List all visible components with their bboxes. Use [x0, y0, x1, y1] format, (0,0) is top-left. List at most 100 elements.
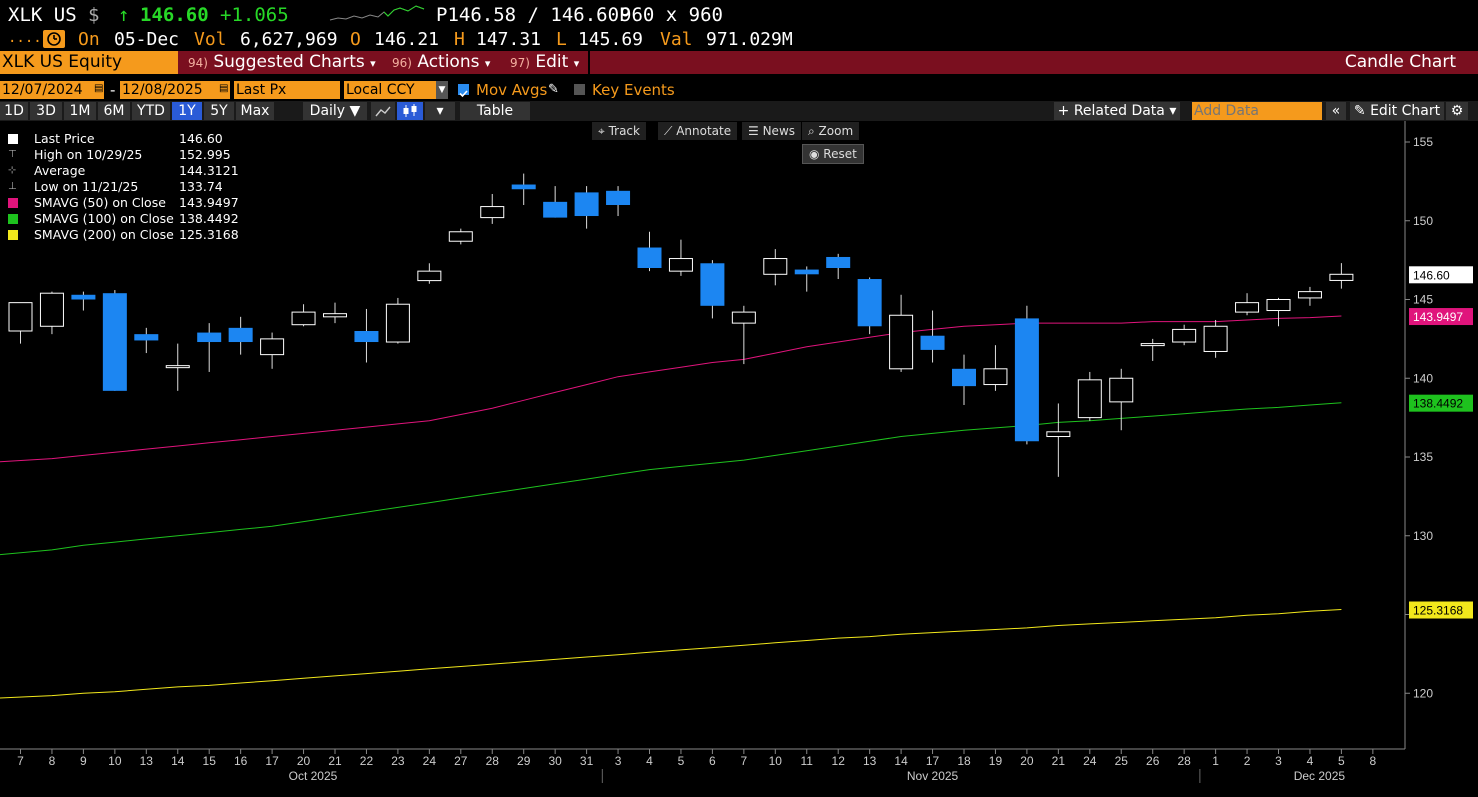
candle-chart-icon[interactable]: [397, 102, 423, 120]
range-5y[interactable]: 5Y: [204, 102, 234, 120]
calendar-icon[interactable]: ▤: [94, 83, 103, 94]
candle-body-down: [197, 332, 222, 343]
add-data-input[interactable]: [1192, 102, 1322, 120]
legend-label: SMAVG (50) on Close: [34, 195, 166, 210]
key-events-checkbox[interactable]: [574, 84, 585, 95]
table-button[interactable]: Table: [460, 102, 530, 120]
reset-button[interactable]: ◉ Reset: [802, 144, 864, 164]
legend-item: Last Price 146.60: [4, 131, 236, 147]
ticker-label[interactable]: XLK US: [8, 4, 77, 26]
legend-item: ⊥ Low on 11/21/25 133.74: [4, 179, 236, 195]
candle-body-down: [102, 293, 127, 391]
range-ytd[interactable]: YTD: [132, 102, 170, 120]
x-tick-label: 24: [1083, 754, 1097, 768]
candle-body-up: [668, 258, 693, 272]
currency-value: Local CCY: [346, 82, 415, 98]
range-6m[interactable]: 6M: [98, 102, 130, 120]
x-tick-label: 19: [989, 754, 1003, 768]
x-tick-label: 4: [1307, 754, 1314, 768]
legend-item: SMAVG (50) on Close 143.9497: [4, 195, 239, 211]
x-month-label: Nov 2025: [907, 769, 959, 783]
related-data-button[interactable]: + Related Data ▾: [1054, 102, 1180, 120]
start-date-field[interactable]: 12/07/2024: [0, 81, 104, 99]
range-3d[interactable]: 3D: [30, 102, 62, 120]
menu-number: 97): [510, 56, 530, 70]
mov-avgs-label[interactable]: Mov Avgs: [476, 81, 547, 99]
candle-body-up: [1046, 431, 1071, 438]
track-button[interactable]: ⌖ Track: [592, 122, 646, 140]
x-tick-label: 13: [863, 754, 877, 768]
actions-menu[interactable]: 96) Actions ▾: [392, 51, 490, 74]
open-label: O: [350, 29, 361, 50]
field-select[interactable]: Last Px: [234, 81, 340, 99]
range-max[interactable]: Max: [236, 102, 274, 120]
x-tick-label: 26: [1146, 754, 1160, 768]
x-tick-label: 25: [1115, 754, 1129, 768]
x-tick-label: 18: [957, 754, 971, 768]
y-tick-label: 155: [1413, 135, 1433, 149]
chart-type-title: Candle Chart: [1344, 52, 1456, 72]
legend-label: High on 10/29/25: [34, 147, 143, 162]
zoom-button[interactable]: ⌕ Zoom: [802, 122, 860, 140]
x-tick-label: 27: [454, 754, 468, 768]
candle-body-down: [637, 247, 662, 268]
clock-icon[interactable]: [43, 30, 65, 48]
open-value: 146.21: [374, 29, 440, 50]
candle-body-down: [952, 368, 976, 387]
candle-body-up: [8, 302, 33, 332]
candle-body-down: [1014, 318, 1039, 442]
chevron-down-icon[interactable]: ▾: [425, 102, 455, 120]
key-events-label[interactable]: Key Events: [592, 81, 675, 99]
edit-menu[interactable]: 97) Edit ▾: [510, 51, 579, 74]
y-tick-label: 140: [1413, 371, 1433, 385]
x-tick-label: 10: [769, 754, 783, 768]
sma100-line: [0, 402, 1342, 556]
calendar-icon[interactable]: ▤: [219, 83, 228, 94]
x-tick-label: 7: [17, 754, 24, 768]
quote-header: XLK US $ ↑ 146.60 +1.065 P146.58 / 146.6…: [0, 0, 1478, 28]
news-button[interactable]: ☰ News: [742, 122, 802, 140]
annotate-button[interactable]: ⟋ Annotate: [658, 122, 738, 140]
suggested-charts-menu[interactable]: 94) Suggested Charts ▾: [188, 51, 376, 74]
x-tick-label: 23: [391, 754, 405, 768]
candle-body-up: [417, 270, 442, 282]
edit-chart-button[interactable]: ✎ Edit Chart: [1350, 102, 1444, 120]
x-tick-label: 5: [678, 754, 685, 768]
pencil-icon[interactable]: ✎: [548, 82, 559, 97]
range-1y[interactable]: 1Y: [172, 102, 202, 120]
legend-label: SMAVG (100) on Close: [34, 211, 174, 226]
collapse-icon[interactable]: «: [1326, 102, 1346, 120]
x-tick-label: 30: [548, 754, 562, 768]
legend-label: Average: [34, 163, 86, 178]
legend-value: 143.9497: [179, 195, 239, 210]
annotate-label: Annotate: [676, 124, 732, 138]
gear-icon[interactable]: ⚙: [1446, 102, 1468, 120]
legend-value: 125.3168: [179, 227, 239, 242]
candle-body-down: [134, 334, 159, 341]
period-select[interactable]: Daily ▼: [303, 102, 367, 120]
candle-body-down: [228, 327, 253, 343]
x-tick-label: 12: [832, 754, 846, 768]
candle-body-up: [1077, 379, 1102, 419]
field-value: Last Px: [236, 82, 287, 98]
start-date: 12/07/2024: [2, 82, 83, 98]
currency-select[interactable]: Local CCY: [344, 81, 448, 99]
x-tick-label: 3: [615, 754, 622, 768]
end-date-field[interactable]: 12/08/2025: [120, 81, 230, 99]
range-1m[interactable]: 1M: [64, 102, 96, 120]
chevron-down-icon[interactable]: ▼: [436, 81, 448, 99]
line-chart-icon[interactable]: [371, 102, 395, 120]
x-tick-label: 8: [49, 754, 56, 768]
candle-body-up: [323, 313, 347, 318]
bid-ask: P146.58 / 146.60P: [436, 4, 631, 26]
quote-details: ..... On 05-Dec Vol 6,627,969 O 146.21 H…: [0, 28, 1478, 50]
x-tick-label: 7: [741, 754, 748, 768]
x-tick-label: 17: [926, 754, 940, 768]
security-field[interactable]: XLK US Equity: [0, 51, 178, 74]
candle-body-up: [1140, 343, 1165, 347]
menu-label: Edit: [535, 52, 569, 72]
mov-avgs-checkbox[interactable]: [458, 84, 469, 98]
range-1d[interactable]: 1D: [0, 102, 28, 120]
x-tick-label: 21: [328, 754, 342, 768]
menu-label: Suggested Charts: [213, 52, 365, 72]
